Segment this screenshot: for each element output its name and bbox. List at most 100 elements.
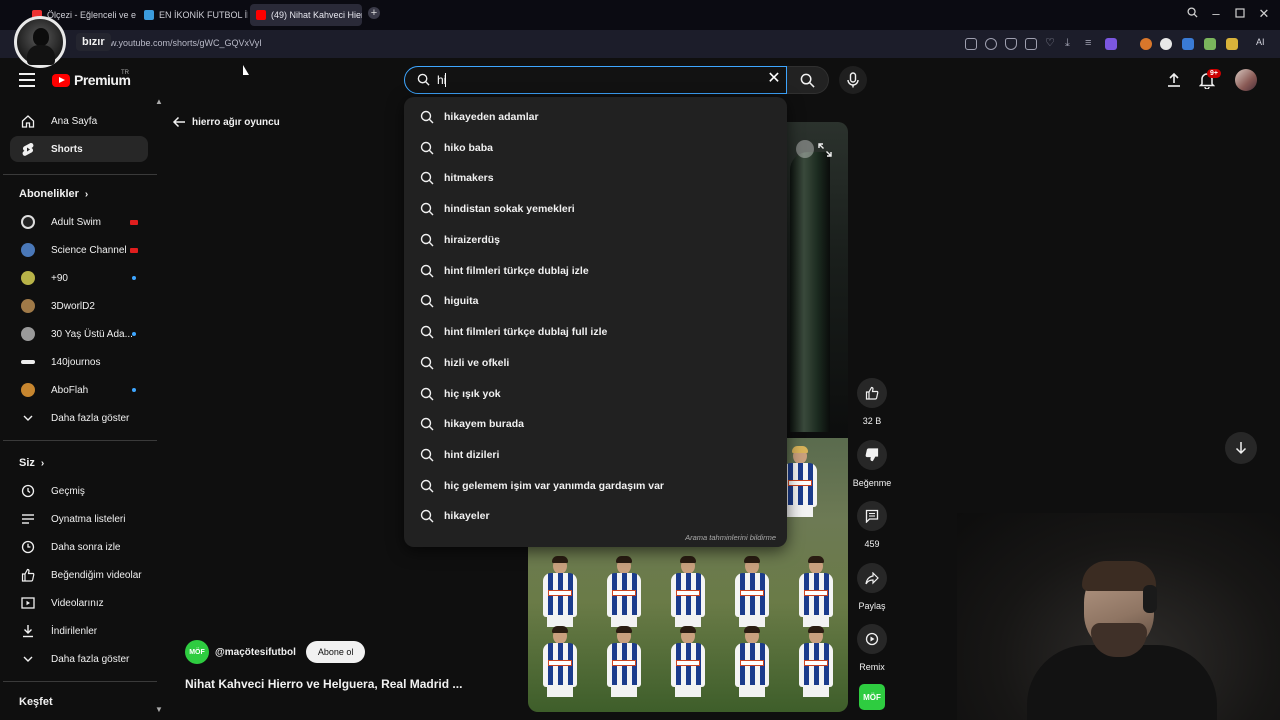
close-window-button[interactable]: ✕ bbox=[1256, 6, 1272, 22]
extension-yellow-icon[interactable] bbox=[1226, 38, 1238, 50]
like-button[interactable]: 32 B bbox=[850, 378, 894, 426]
sidebar-item-subscription[interactable]: AboFlah bbox=[10, 377, 148, 403]
suggestion-item[interactable]: hikayeler bbox=[404, 501, 787, 531]
search-icon bbox=[420, 325, 434, 339]
comments-button[interactable]: 459 bbox=[850, 501, 894, 549]
search-icon bbox=[420, 264, 434, 278]
extension-icon[interactable] bbox=[965, 38, 977, 50]
share-button[interactable]: Paylaş bbox=[850, 563, 894, 611]
more-options-icon[interactable] bbox=[796, 140, 814, 158]
sidebar-item-liked-videos[interactable]: Beğendiğim videolar bbox=[10, 562, 148, 588]
search-icon bbox=[420, 110, 434, 124]
extension-green-icon[interactable] bbox=[1204, 38, 1216, 50]
camera-icon[interactable] bbox=[985, 38, 997, 50]
hamburger-menu-icon[interactable] bbox=[19, 73, 35, 87]
search-bar[interactable] bbox=[404, 66, 787, 94]
heart-icon[interactable]: ♡ bbox=[1045, 38, 1057, 50]
subscriptions-header[interactable]: Abonelikler › bbox=[19, 188, 88, 200]
report-predictions-link[interactable]: Arama tahminlerini bildirme bbox=[685, 533, 776, 542]
sidebar-scroll-up-icon[interactable]: ▲ bbox=[155, 97, 163, 106]
subscribe-button[interactable]: Abone ol bbox=[305, 641, 366, 663]
sidebar-item-subscription[interactable]: +90 bbox=[10, 265, 148, 291]
dislike-button[interactable]: Beğenme bbox=[850, 440, 894, 488]
channel-thumbnail[interactable]: MÖF bbox=[859, 684, 885, 710]
suggestion-item[interactable]: hiko baba bbox=[404, 133, 787, 163]
shield-icon[interactable] bbox=[1005, 38, 1017, 50]
sidebar-item-subscription[interactable]: Science Channel bbox=[10, 237, 148, 263]
show-more-you-button[interactable]: Daha fazla göster bbox=[10, 646, 148, 672]
extension-orange-icon[interactable] bbox=[1140, 38, 1152, 50]
sidebar-item-subscription[interactable]: Adult Swim bbox=[10, 209, 148, 235]
menu-icon[interactable]: ≡ bbox=[1085, 38, 1097, 50]
comment-count: 459 bbox=[864, 539, 880, 549]
sidebar-item-shorts[interactable]: Shorts bbox=[10, 136, 148, 162]
download-icon[interactable]: ⤓ bbox=[1065, 38, 1077, 50]
video-author-row: MÖF @maçötesifutbol Abone ol bbox=[185, 640, 366, 664]
fullscreen-icon[interactable] bbox=[818, 143, 832, 157]
suggestion-item[interactable]: hint filmleri türkçe dublaj izle bbox=[404, 256, 787, 286]
sidebar-item-downloads[interactable]: İndirilenler bbox=[10, 618, 148, 644]
sidebar-item-label: Geçmiş bbox=[51, 485, 85, 497]
suggestion-text: hint filmleri türkçe dublaj full izle bbox=[444, 326, 608, 338]
sidebar-item-your-videos[interactable]: Videolarınız bbox=[10, 590, 148, 616]
suggestion-item[interactable]: hizli ve ofkeli bbox=[404, 348, 787, 378]
voice-search-button[interactable] bbox=[839, 66, 867, 94]
channel-handle[interactable]: @maçötesifutbol bbox=[215, 647, 296, 658]
show-more-subscriptions-button[interactable]: Daha fazla göster bbox=[10, 405, 148, 431]
url-field[interactable]: w.youtube.com/shorts/gWC_GQVxVyI bbox=[110, 38, 262, 48]
suggestion-item[interactable]: hitmakers bbox=[404, 163, 787, 193]
suggestion-item[interactable]: hikayeden adamlar bbox=[404, 102, 787, 132]
search-input[interactable] bbox=[437, 72, 757, 88]
player-figure bbox=[668, 556, 708, 628]
maximize-button[interactable] bbox=[1232, 6, 1248, 21]
sidebar-item-home[interactable]: Ana Sayfa bbox=[10, 108, 148, 134]
sidebar-item-subscription[interactable]: 140journos bbox=[10, 349, 148, 375]
new-tab-button[interactable]: + bbox=[368, 7, 380, 19]
remix-button[interactable]: Remix bbox=[850, 624, 894, 672]
you-header[interactable]: Siz › bbox=[19, 457, 44, 469]
back-button[interactable]: hierro ağır oyuncu bbox=[172, 116, 280, 128]
channel-avatar[interactable]: MÖF bbox=[185, 640, 209, 664]
channel-name: Science Channel bbox=[51, 244, 127, 256]
next-video-button[interactable] bbox=[1225, 432, 1257, 464]
search-button[interactable] bbox=[787, 66, 829, 94]
browser-search-icon[interactable] bbox=[1184, 6, 1200, 21]
sidebar-item-subscription[interactable]: 3DworlD2 bbox=[10, 293, 148, 319]
extension-blue-icon[interactable] bbox=[1182, 38, 1194, 50]
sidebar-item-watch-later[interactable]: Daha sonra izle bbox=[10, 534, 148, 560]
suggestion-item[interactable]: higuita bbox=[404, 286, 787, 316]
sidebar-item-playlists[interactable]: Oynatma listeleri bbox=[10, 506, 148, 532]
minimize-button[interactable]: – bbox=[1208, 6, 1224, 21]
sidebar-scroll-down-icon[interactable]: ▼ bbox=[155, 705, 163, 714]
browser-tab-3[interactable]: (49) Nihat Kahveci Hierro bbox=[250, 4, 362, 26]
extension-white-icon[interactable] bbox=[1160, 38, 1172, 50]
sidebar-item-history[interactable]: Geçmiş bbox=[10, 478, 148, 504]
youtube-logo[interactable]: Premium bbox=[52, 72, 131, 88]
player-figure bbox=[604, 626, 644, 698]
sidebar-item-subscription[interactable]: 30 Yaş Üstü Ada... bbox=[10, 321, 148, 347]
ai-button[interactable]: AI bbox=[1256, 37, 1265, 47]
suggestion-item[interactable]: hint dizileri bbox=[404, 440, 787, 470]
suggestion-item[interactable]: hiç ışık yok bbox=[404, 379, 787, 409]
suggestion-text: hiko baba bbox=[444, 142, 494, 154]
search-icon bbox=[417, 73, 430, 86]
video-title[interactable]: Nihat Kahveci Hierro ve Helguera, Real M… bbox=[185, 677, 462, 691]
suggestion-text: hikayeden adamlar bbox=[444, 111, 539, 123]
player-icon[interactable] bbox=[1025, 38, 1037, 50]
divider bbox=[3, 440, 157, 441]
suggestion-item[interactable]: hiç gelemem işim var yanımda gardaşım va… bbox=[404, 471, 787, 501]
browser-profile-avatar[interactable] bbox=[14, 16, 66, 68]
browser-tab-2[interactable]: EN İKONİK FUTBOL İNTİK/ bbox=[138, 4, 248, 26]
history-icon bbox=[18, 481, 38, 501]
account-avatar[interactable] bbox=[1235, 69, 1257, 91]
upload-icon[interactable] bbox=[1166, 72, 1182, 88]
suggestion-item[interactable]: hint filmleri türkçe dublaj full izle bbox=[404, 317, 787, 347]
like-icon bbox=[18, 565, 38, 585]
video-figure bbox=[790, 152, 830, 432]
suggestion-item[interactable]: hindistan sokak yemekleri bbox=[404, 194, 787, 224]
clear-search-icon[interactable]: ✕ bbox=[766, 71, 782, 87]
section-title: Keşfet bbox=[19, 696, 53, 708]
suggestion-item[interactable]: hiraizerdüş bbox=[404, 225, 787, 255]
vpn-icon[interactable] bbox=[1105, 38, 1117, 50]
suggestion-item[interactable]: hikayem burada bbox=[404, 409, 787, 439]
